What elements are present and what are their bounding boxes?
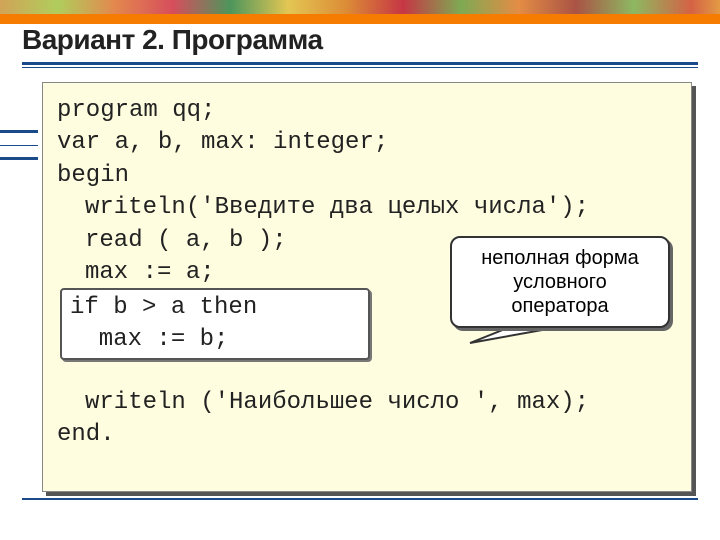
callout-text: условного bbox=[462, 270, 658, 294]
slide-title: Вариант 2. Программа bbox=[22, 24, 323, 56]
title-underline bbox=[22, 62, 698, 65]
bottom-rule bbox=[22, 498, 698, 500]
highlight-line: if b > a then bbox=[70, 294, 257, 321]
highlighted-code-box: if b > a then max := b; bbox=[60, 288, 370, 360]
code-line: begin bbox=[57, 162, 129, 189]
decorative-orange-stripe bbox=[0, 14, 720, 24]
highlight-line: max := b; bbox=[70, 326, 228, 353]
code-line: writeln ('Наибольшее число ', max); bbox=[57, 387, 589, 419]
callout-text: неполная форма bbox=[462, 246, 658, 270]
code-line: var a, b, max: integer; bbox=[57, 129, 388, 156]
callout-box: неполная форма условного оператора bbox=[450, 236, 670, 328]
callout-text: оператора bbox=[462, 294, 658, 318]
code-line: program qq; bbox=[57, 97, 215, 124]
code-line: max := a; bbox=[57, 257, 215, 289]
decorative-top-stripe bbox=[0, 0, 720, 14]
code-line: writeln('Введите два целых числа'); bbox=[57, 192, 589, 224]
left-accent-lines bbox=[0, 130, 38, 160]
code-line: read ( a, b ); bbox=[57, 225, 287, 257]
code-line: end. bbox=[57, 421, 115, 448]
